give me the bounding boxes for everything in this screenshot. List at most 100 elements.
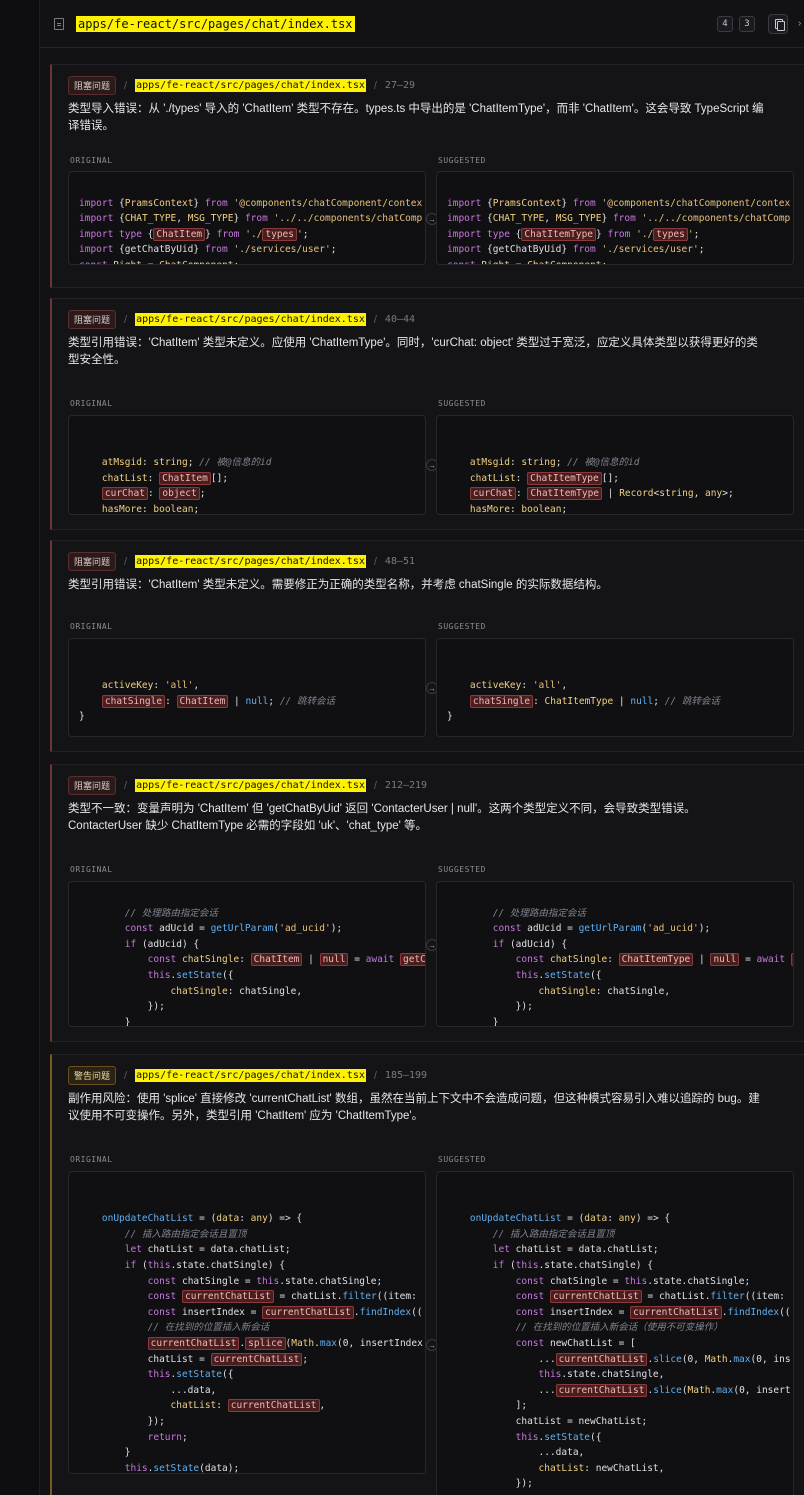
code-line: if (this.state.chatSingle) {	[492, 1259, 653, 1271]
comment-file-path[interactable]: apps/fe-react/src/pages/chat/index.tsx	[135, 313, 366, 326]
code-line: onUpdateChatList = (data: any) => {	[469, 1213, 671, 1225]
code-line: ...data,	[447, 1447, 585, 1459]
code-line: const chatSingle = this.state.chatSingle…	[515, 1275, 751, 1287]
suggested-code-block[interactable]: import {PramsContext} from '@components/…	[436, 171, 794, 265]
left-gutter	[0, 0, 40, 1495]
code-line: hasMore: boolean;	[101, 503, 200, 515]
comment-meta: 警告问题 / apps/fe-react/src/pages/chat/inde…	[68, 1066, 427, 1085]
suggested-code-block[interactable]: onUpdateChatList = (data: any) => { // 插…	[436, 1171, 794, 1495]
line-range: 40–44	[384, 314, 416, 325]
original-code-block[interactable]: onUpdateChatList = (data: any) => { // 插…	[68, 1171, 426, 1474]
copy-icon[interactable]	[768, 14, 788, 34]
code-line: const newChatList = [	[515, 1337, 636, 1349]
code-line: // 处理路由指定会话	[124, 907, 218, 919]
comment-file-path[interactable]: apps/fe-react/src/pages/chat/index.tsx	[135, 779, 366, 792]
code-line: const insertIndex = currentChatList .find…	[515, 1305, 791, 1319]
code-line: chatSingle: chatSingle,	[538, 985, 671, 997]
comment-counts: 4 3	[717, 16, 755, 32]
separator: /	[124, 79, 128, 92]
suggested-code-block[interactable]: activeKey: 'all', chatSingle: ChatItemTy…	[436, 638, 794, 737]
suggested-label: SUGGESTED	[438, 399, 486, 408]
severity-badge: 阻塞问题	[68, 552, 117, 571]
code-line: chatList = currentChatList;	[79, 1352, 309, 1366]
code-line: const insertIndex = currentChatList .find…	[147, 1305, 423, 1319]
suggested-code-block[interactable]: atMsgid: string; // 被@信息的id chatList: Ch…	[436, 415, 794, 515]
comment-description: 副作用风险：使用 'splice' 直接修改 'currentChatList'…	[68, 1093, 760, 1122]
original-label: ORIGINAL	[70, 156, 113, 165]
code-line: ...data,	[79, 1384, 217, 1396]
separator: /	[124, 1069, 128, 1082]
code-line: chatList: newChatList,	[538, 1462, 665, 1474]
code-line: chatSingle: ChatItem | null; // 跳转会话	[79, 694, 415, 710]
code-line: if (adUcid) {	[124, 938, 200, 950]
code-line: const chatSingle: ChatItemType | null = …	[447, 952, 793, 968]
comment-description: 类型引用错误：'ChatItem' 类型未定义。应使用 'ChatItemTyp…	[68, 337, 758, 366]
code-line: const adUcid = getUrlParam('ad_ucid');	[124, 923, 343, 935]
separator: /	[124, 313, 128, 326]
code-line: ... currentChatList .slice(Math.max(0, ins…	[447, 1383, 791, 1397]
separator: /	[373, 555, 377, 568]
code-line: });	[79, 1415, 165, 1427]
code-line: }	[79, 1016, 131, 1027]
code-line: ];	[447, 1400, 528, 1412]
original-label: ORIGINAL	[70, 622, 113, 631]
file-path[interactable]: apps/fe-react/src/pages/chat/index.tsx	[76, 15, 355, 32]
code-line: curChat: object;	[79, 486, 415, 502]
code-line: this.setState(data);	[124, 1462, 240, 1474]
original-code-block[interactable]: atMsgid: string; // 被@信息的id chatList: Ch…	[68, 415, 426, 515]
severity-badge: 阻塞问题	[68, 310, 117, 329]
comment-file-path[interactable]: apps/fe-react/src/pages/chat/index.tsx	[135, 79, 366, 92]
code-line: import {PramsContext} from '@components/…	[447, 197, 791, 209]
severity-badge: 警告问题	[68, 1066, 117, 1085]
comment-file-path[interactable]: apps/fe-react/src/pages/chat/index.tsx	[135, 555, 366, 568]
code-line: }	[79, 1447, 131, 1459]
suggested-label: SUGGESTED	[438, 156, 486, 165]
chevron-right-icon[interactable]: ›	[798, 18, 801, 29]
code-line: // 插入路由指定会话且置顶	[492, 1228, 615, 1240]
code-line: curChat: ChatItemType | Record<string, a…	[447, 486, 783, 502]
comment-meta: 阻塞问题 / apps/fe-react/src/pages/chat/inde…	[68, 76, 415, 95]
code-line: const chatSingle: ChatItem | null = awai…	[79, 952, 425, 968]
code-line: chatSingle: ChatItemType | null; // 跳转会话	[447, 694, 783, 710]
review-comment: 阻塞问题 / apps/fe-react/src/pages/chat/inde…	[50, 64, 804, 288]
original-code-block[interactable]: // 处理路由指定会话 const adUcid = getUrlParam('…	[68, 881, 426, 1027]
code-line: ... currentChatList .slice(0, Math.max(0, …	[447, 1352, 791, 1366]
comment-file-path[interactable]: apps/fe-react/src/pages/chat/index.tsx	[135, 1069, 366, 1082]
comment-description: 类型不一致：变量声明为 'ChatItem' 但 'getChatByUid' …	[68, 803, 696, 832]
line-range: 27–29	[384, 80, 416, 91]
suggested-label: SUGGESTED	[438, 1155, 486, 1164]
code-line: let chatList = data.chatList;	[124, 1244, 291, 1256]
code-line: });	[447, 1478, 533, 1490]
code-line: import {CHAT_TYPE, MSG_TYPE} from '../..…	[79, 213, 423, 225]
code-line: const currentChatList = chatList.filter(…	[515, 1290, 785, 1304]
code-line: if (adUcid) {	[492, 938, 568, 950]
review-comment: 警告问题 / apps/fe-react/src/pages/chat/inde…	[50, 1054, 804, 1495]
file-header[interactable]: apps/fe-react/src/pages/chat/index.tsx 4…	[40, 0, 804, 48]
line-range: 185–199	[384, 1070, 428, 1081]
separator: /	[124, 555, 128, 568]
code-line: }	[447, 1016, 499, 1027]
code-line: this.state.chatSingle,	[538, 1369, 665, 1381]
code-line: atMsgid: string; // 被@信息的id	[469, 457, 640, 469]
severity-badge: 阻塞问题	[68, 776, 117, 795]
code-line: const chatSingle = this.state.chatSingle…	[147, 1275, 383, 1287]
original-code-block[interactable]: activeKey: 'all', chatSingle: ChatItem |…	[68, 638, 426, 737]
code-line: import {getChatByUid} from './services/u…	[79, 244, 337, 256]
code-line: import type {ChatItemType} from './types…	[447, 227, 700, 241]
line-range: 212–219	[384, 780, 428, 791]
code-line: import type {ChatItem} from './types ';	[79, 227, 309, 241]
code-line: import {CHAT_TYPE, MSG_TYPE} from '../..…	[447, 213, 791, 225]
suggested-code-block[interactable]: // 处理路由指定会话 const adUcid = getUrlParam('…	[436, 881, 794, 1027]
separator: /	[373, 1069, 377, 1082]
code-line: this.setState({	[147, 969, 234, 981]
code-line: const Right = ChatComponent;	[79, 258, 415, 264]
code-line: chatList: ChatItemType [];	[469, 471, 619, 485]
code-line: chatList: ChatItem [];	[101, 471, 229, 485]
original-code-block[interactable]: import {PramsContext} from '@components/…	[68, 171, 426, 265]
code-line: // 在找到的位置插入新会话（使用不可变操作）	[515, 1322, 723, 1334]
code-line: const Right = ChatComponent;	[447, 258, 783, 264]
code-line: activeKey: 'all',	[469, 680, 568, 692]
